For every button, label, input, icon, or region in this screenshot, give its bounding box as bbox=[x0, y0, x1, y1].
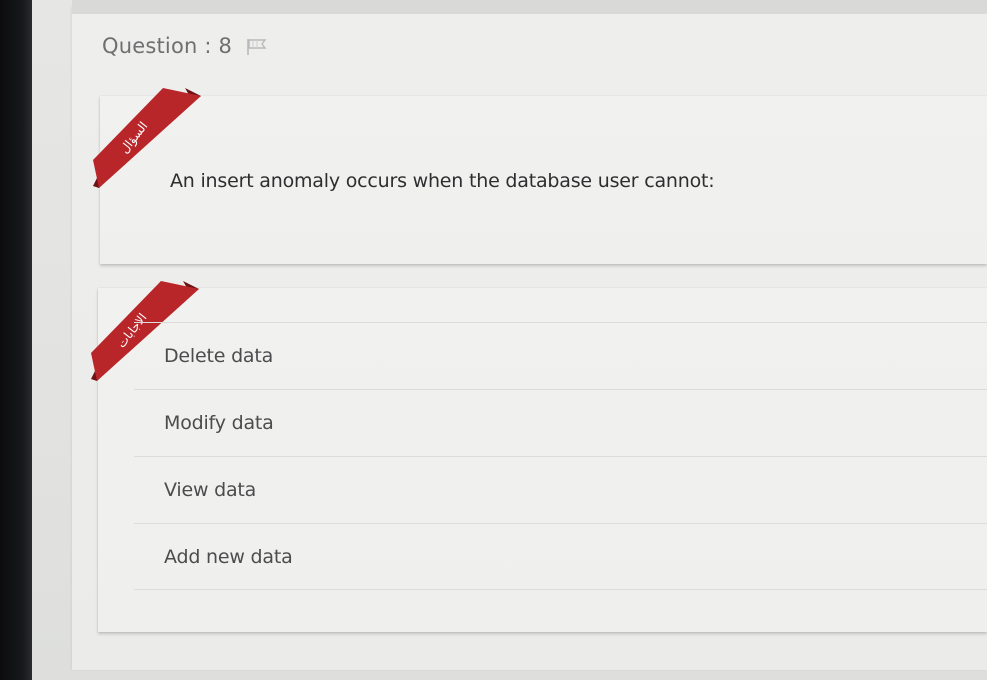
question-number-label: Question : 8 bbox=[102, 34, 233, 58]
screen-bezel bbox=[0, 0, 32, 680]
answer-option-modify-data[interactable]: Modify data bbox=[134, 389, 987, 456]
top-strip bbox=[72, 0, 987, 14]
answer-label: Modify data bbox=[164, 412, 274, 434]
answer-label: Delete data bbox=[164, 345, 274, 367]
answer-list: Delete data Modify data View data Add ne… bbox=[134, 322, 987, 590]
question-header: Question : 8 bbox=[102, 34, 268, 58]
answer-option-view-data[interactable]: View data bbox=[134, 456, 987, 523]
answer-option-add-new-data[interactable]: Add new data bbox=[134, 523, 987, 590]
question-text: An insert anomaly occurs when the databa… bbox=[170, 170, 715, 192]
answer-label: Add new data bbox=[164, 545, 293, 568]
flag-icon[interactable] bbox=[246, 37, 268, 55]
answer-label: View data bbox=[164, 479, 257, 501]
answer-option-delete-data[interactable]: Delete data bbox=[134, 322, 987, 389]
